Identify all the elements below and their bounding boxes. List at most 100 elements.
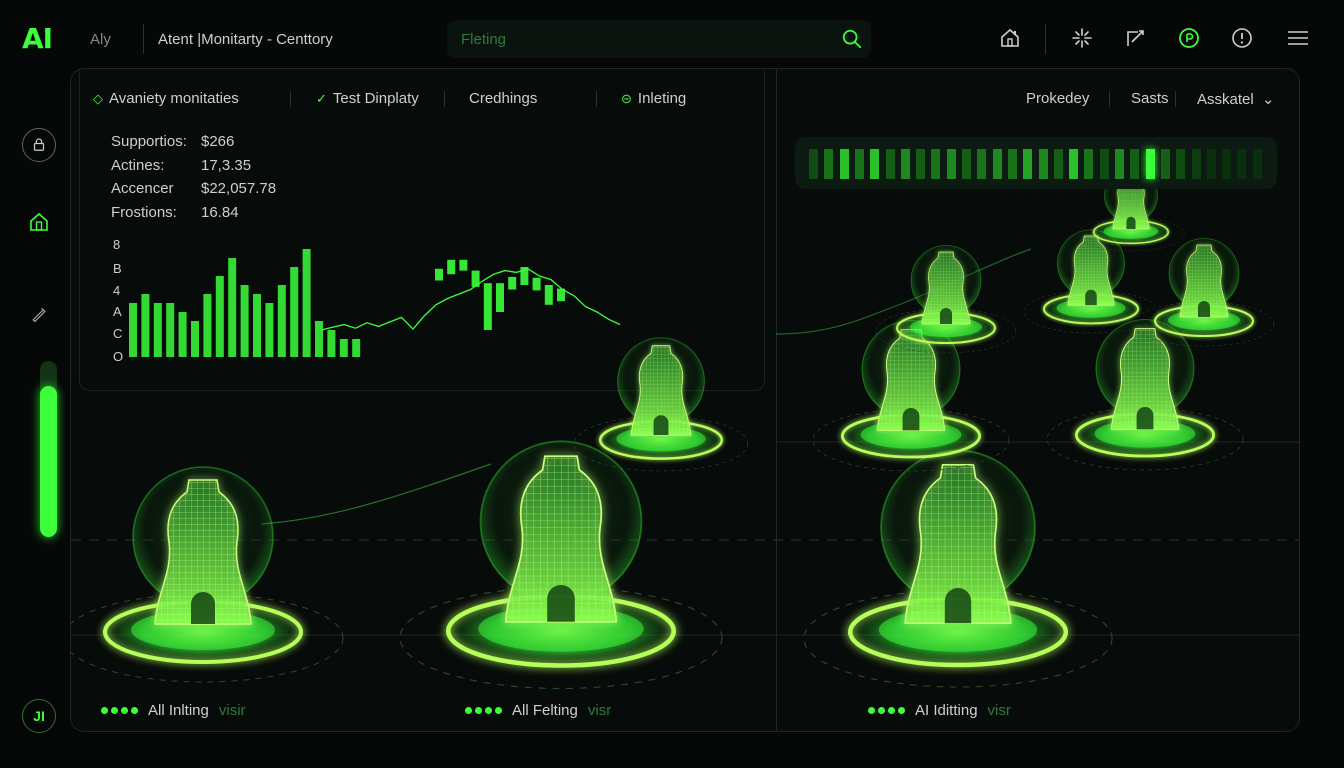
meter-segment xyxy=(1237,149,1247,179)
meter-segment xyxy=(885,149,895,179)
chart-candle xyxy=(483,283,492,330)
connector-line xyxy=(260,463,492,525)
top-bar: AI Aly Atent |Monitarty - Centtory xyxy=(0,0,1344,76)
menu-icon[interactable] xyxy=(1284,24,1312,52)
meter-segment xyxy=(1023,149,1033,179)
hologram-label-text: All Inlting xyxy=(148,702,209,719)
window-title: Atent |Monitarty - Centtory xyxy=(158,31,333,48)
meter-segment xyxy=(1099,149,1109,179)
search-icon[interactable] xyxy=(841,28,863,50)
chart-candle xyxy=(459,259,468,271)
hologram-label-text: AI Iditting xyxy=(915,702,978,719)
meter-segment xyxy=(1130,149,1140,179)
chart-bar xyxy=(191,321,199,357)
search-box[interactable] xyxy=(447,20,871,58)
hologram-label[interactable]: All Felting visr xyxy=(465,702,611,719)
chart-bar xyxy=(178,312,187,357)
meter-segment xyxy=(1084,149,1094,179)
chart-candle xyxy=(471,270,480,287)
chart-line xyxy=(320,268,621,331)
alert-icon[interactable] xyxy=(1228,24,1256,52)
hologram-figure xyxy=(803,449,1113,688)
status-dots-icon xyxy=(101,707,138,714)
app-short-name[interactable]: Aly xyxy=(90,31,111,48)
chart-bar xyxy=(215,276,224,357)
profile-button[interactable]: JI xyxy=(22,699,56,733)
lock-icon[interactable] xyxy=(22,128,56,162)
meter-segment xyxy=(946,149,956,179)
chart-candle xyxy=(557,288,565,302)
chart-bar xyxy=(315,321,323,357)
pen-icon[interactable] xyxy=(22,297,56,331)
hologram-figure xyxy=(71,466,344,683)
hologram-label[interactable]: All Inlting visir xyxy=(101,702,246,719)
hologram-label-tag: visir xyxy=(218,702,246,719)
search-input[interactable] xyxy=(461,29,821,49)
chart-candle xyxy=(532,277,541,291)
hologram-label[interactable]: AI Iditting visr xyxy=(868,702,1011,719)
meter-segment xyxy=(992,149,1002,179)
chart-bar xyxy=(153,303,162,357)
meter-segment xyxy=(1252,149,1262,179)
sparkle-icon[interactable] xyxy=(1068,24,1096,52)
chart-bar xyxy=(166,303,175,357)
chart-bar xyxy=(302,249,311,357)
hologram-label-tag: visr xyxy=(587,702,612,719)
meter-segment xyxy=(1176,149,1186,179)
meter-segment xyxy=(870,149,880,179)
hologram-figure xyxy=(812,319,1010,472)
meter-segment xyxy=(1160,149,1170,179)
meter-segment xyxy=(1222,149,1232,179)
house-icon[interactable] xyxy=(22,205,56,239)
header-divider xyxy=(143,24,144,54)
chart-bar xyxy=(129,303,137,357)
hologram-figure xyxy=(1046,318,1244,471)
chart-bar xyxy=(253,294,261,357)
chart-bar xyxy=(277,285,286,357)
signal-meter xyxy=(795,137,1277,189)
header-divider xyxy=(1045,24,1046,54)
app-logo: AI xyxy=(22,22,53,55)
hologram-label-tag: visr xyxy=(987,702,1011,719)
volume-slider-fill xyxy=(40,385,57,537)
chart-bar xyxy=(203,294,212,357)
meter-segment xyxy=(1191,149,1201,179)
meter-segment xyxy=(1069,149,1079,179)
chart-bar xyxy=(141,294,150,357)
meter-segment xyxy=(1053,149,1063,179)
meter-segment xyxy=(916,149,926,179)
chart-candle xyxy=(544,285,553,305)
chart-bar xyxy=(339,339,348,357)
bar-line-chart xyxy=(129,249,621,357)
edit-icon[interactable] xyxy=(1122,24,1150,52)
meter-segment xyxy=(824,149,834,179)
power-icon[interactable] xyxy=(1175,24,1203,52)
meter-segment xyxy=(854,149,864,179)
meter-segment xyxy=(1038,149,1048,179)
status-dots-icon xyxy=(868,707,905,714)
main-panel: ◇ Avaniety monitaties ✓ Test Dinplaty Cr… xyxy=(70,68,1300,732)
status-dots-icon xyxy=(465,707,502,714)
chart-bar xyxy=(240,285,249,357)
chart-bar xyxy=(265,303,274,357)
chart-candle xyxy=(496,283,504,312)
chart-candle xyxy=(447,259,456,275)
volume-slider[interactable] xyxy=(40,361,57,537)
chart-bar xyxy=(327,330,336,357)
meter-segment xyxy=(1145,149,1155,179)
chart-candle xyxy=(435,268,443,281)
chart-bar xyxy=(352,339,361,357)
home-icon[interactable] xyxy=(996,24,1024,52)
chart-bar xyxy=(290,267,299,357)
meter-segment xyxy=(977,149,987,179)
meter-segment xyxy=(962,149,971,179)
hologram-label-text: All Felting xyxy=(512,702,578,719)
chart-bar xyxy=(228,258,237,357)
meter-segment xyxy=(839,149,849,179)
meter-segment xyxy=(809,149,818,179)
meter-segment xyxy=(1007,149,1017,179)
meter-segment xyxy=(900,149,910,179)
chart-candle xyxy=(508,276,517,290)
meter-segment xyxy=(1115,149,1124,179)
chart-candle xyxy=(520,267,529,285)
